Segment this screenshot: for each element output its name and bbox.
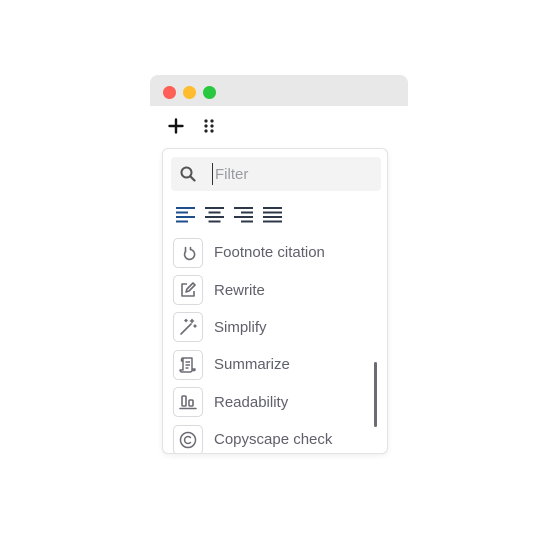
- align-right-icon[interactable]: [233, 205, 254, 225]
- command-copyscape-check[interactable]: Copyscape check: [163, 421, 387, 453]
- command-list: Footnote citation Rewrite Simplify Summa…: [163, 234, 387, 453]
- command-readability[interactable]: Readability: [163, 384, 387, 421]
- app-window: [150, 75, 408, 134]
- magic-wand-icon: [173, 312, 203, 343]
- title-bar: [150, 75, 408, 106]
- drag-handle-icon[interactable]: [197, 114, 221, 138]
- command-label: Readability: [214, 393, 289, 411]
- close-window-button[interactable]: [163, 86, 176, 99]
- filter-input[interactable]: [212, 163, 375, 185]
- copyright-icon: [173, 424, 203, 453]
- command-label: Footnote citation: [214, 244, 325, 262]
- command-simplify[interactable]: Simplify: [163, 309, 387, 346]
- command-menu: Footnote citation Rewrite Simplify: [162, 148, 388, 454]
- command-label: Summarize: [214, 356, 290, 374]
- readability-icon: [173, 387, 203, 418]
- minimize-window-button[interactable]: [183, 86, 196, 99]
- align-justify-icon[interactable]: [262, 205, 283, 225]
- filter-box: [171, 157, 381, 191]
- align-center-icon[interactable]: [204, 205, 225, 225]
- command-footnote-citation[interactable]: Footnote citation: [163, 234, 387, 271]
- command-summarize[interactable]: Summarize: [163, 346, 387, 383]
- footnote-icon: [173, 237, 203, 268]
- search-icon: [180, 166, 196, 182]
- zoom-window-button[interactable]: [203, 86, 216, 99]
- alignment-group: [175, 205, 283, 225]
- command-label: Rewrite: [214, 281, 265, 299]
- command-label: Copyscape check: [214, 431, 333, 449]
- plus-icon[interactable]: [164, 114, 188, 138]
- align-left-icon[interactable]: [175, 205, 196, 225]
- scroll-icon: [173, 349, 203, 380]
- command-rewrite[interactable]: Rewrite: [163, 271, 387, 308]
- command-label: Simplify: [214, 318, 267, 336]
- block-toolbar: [150, 106, 408, 148]
- edit-icon: [173, 275, 203, 306]
- menu-scrollbar[interactable]: [374, 362, 377, 427]
